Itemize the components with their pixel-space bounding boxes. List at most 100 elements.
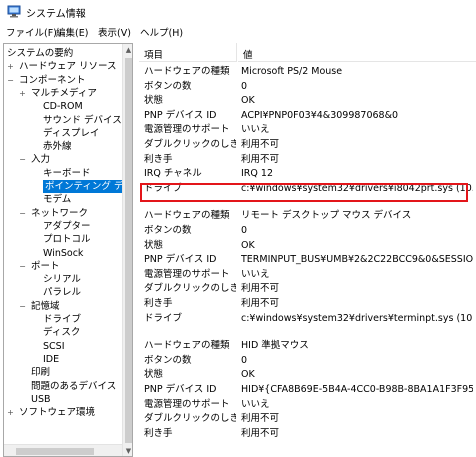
system-info-icon (7, 5, 21, 18)
menu-view[interactable]: 表示(V) (98, 25, 131, 39)
expand-icon[interactable]: + (6, 63, 15, 72)
detail-row[interactable]: ハードウェアの種類 HID 準拠マウス (139, 339, 476, 353)
collapse-icon[interactable]: − (18, 156, 27, 165)
tree-item-label: 問題のあるデバイス (31, 380, 117, 392)
tree-item-label: ソフトウェア環境 (19, 407, 96, 419)
detail-row[interactable]: 利き手 利用不可 (139, 297, 476, 311)
menu-file[interactable]: ファイル(F) (6, 25, 57, 39)
detail-value: いいえ (241, 398, 270, 410)
detail-row[interactable]: 利き手 利用不可 (139, 427, 476, 441)
collapse-icon[interactable]: − (18, 302, 27, 312)
category-tree[interactable]: システムの要約 + ハードウェア リソース − コンポーネント + マルチメディア CD-RO… (3, 43, 133, 457)
detail-item: PNP デバイス ID (144, 254, 217, 266)
detail-row[interactable]: PNP デバイス ID TERMINPUT_BUS¥UMB¥2&2C22BCC9&… (139, 253, 476, 267)
tree-item-label: 入力 (31, 154, 51, 166)
menu-edit[interactable]: 編集(E) (56, 25, 88, 39)
detail-row[interactable]: 電源管理のサポート いいえ (139, 268, 476, 282)
tree-connector (30, 289, 39, 298)
tree-connector (30, 183, 39, 192)
tree-connector (30, 343, 39, 352)
detail-row[interactable]: 状態 OK (139, 368, 476, 382)
detail-row[interactable]: ボタンの数 0 (139, 354, 476, 368)
tree-connector (18, 369, 27, 378)
column-header-item[interactable]: 項目 (139, 43, 237, 62)
detail-row[interactable]: ダブルクリックのしきい値利用不可 (139, 282, 476, 296)
detail-row[interactable]: ボタンの数 0 (139, 224, 476, 238)
detail-row[interactable]: PNP デバイス ID ACPI¥PNP0F03¥4&309987068&0 (139, 109, 476, 123)
detail-value: 0 (241, 225, 248, 236)
detail-row[interactable]: 電源管理のサポート いいえ (139, 123, 476, 137)
scroll-down-arrow-icon[interactable]: ▼ (123, 445, 132, 456)
detail-row[interactable]: ハードウェアの種類 Microsoft PS/2 Mouse (139, 65, 476, 79)
detail-item: ハードウェアの種類 (144, 340, 230, 352)
detail-value: 0 (241, 354, 248, 366)
tree-connector (30, 250, 39, 259)
tree-connector (30, 236, 39, 245)
details-list[interactable]: 項目 値 ハードウェアの種類 Microsoft PS/2 Mouse ボタンの数 0… (139, 43, 476, 457)
expand-icon[interactable]: + (18, 89, 27, 99)
collapse-icon[interactable]: − (6, 76, 15, 86)
detail-row[interactable]: ダブルクリックのしきい値利用不可 (139, 412, 476, 426)
column-header-value[interactable]: 値 (238, 43, 476, 62)
detail-row[interactable]: PNP デバイス ID HID¥{CFA8B69E-5B4A-4CC0-B98B-… (139, 383, 476, 397)
detail-item: ボタンの数 (144, 225, 192, 236)
tree-connector (30, 223, 39, 232)
tree-hscroll-thumb[interactable] (16, 448, 94, 455)
detail-item: ハードウェアの種類 (144, 66, 230, 77)
detail-row[interactable]: ドライブ c:¥windows¥system32¥drivers¥terminpt… (139, 312, 476, 326)
scroll-up-arrow-icon[interactable]: ▲ (123, 44, 132, 56)
tree-item-label: コンポーネント (19, 74, 86, 86)
tree-item-label: ネットワーク (31, 207, 89, 219)
detail-item: PNP デバイス ID (144, 384, 217, 395)
tree-item-label: システムの要約 (7, 48, 74, 59)
detail-item: 電源管理のサポート (144, 398, 230, 410)
tree-connector (30, 117, 39, 126)
detail-item: 電源管理のサポート (144, 124, 230, 136)
detail-row[interactable]: 状態 OK (139, 239, 476, 253)
detail-row[interactable]: ボタンの数 0 (139, 80, 476, 94)
detail-row[interactable]: IRQ チャネル IRQ 12 (139, 167, 476, 181)
tree-item-label: ポインティング デバ (43, 180, 133, 193)
tree-connector (30, 170, 39, 179)
detail-value: c:¥windows¥system32¥drivers¥terminpt.sys… (241, 312, 473, 324)
detail-row[interactable]: 状態 OK (139, 94, 476, 108)
detail-item: 利き手 (144, 427, 173, 439)
tree-item-label: ディスク (43, 327, 81, 339)
detail-item: ボタンの数 (144, 354, 192, 366)
detail-item: 電源管理のサポート (144, 268, 230, 280)
tree-item-label: USB (31, 393, 51, 405)
detail-value: IRQ 12 (241, 168, 273, 180)
detail-row[interactable]: ダブルクリックのしきい値利用不可 (139, 138, 476, 152)
detail-value: OK (241, 95, 255, 107)
window-title: システム情報 (26, 9, 86, 20)
detail-row[interactable]: ハードウェアの種類 リモート デスクトップ マウス デバイス (139, 209, 476, 223)
tree-item-label: ポート (31, 260, 60, 272)
column-header-value-label: 値 (243, 50, 253, 61)
detail-value: OK (241, 369, 255, 381)
tree-item-label: CD-ROM (43, 101, 83, 113)
tree-vertical-scrollbar[interactable]: ▲ ▼ (122, 44, 132, 456)
tree-horizontal-scrollbar[interactable] (4, 444, 122, 456)
detail-row[interactable]: 電源管理のサポート いいえ (139, 398, 476, 412)
tree-item-label: マルチメディア (31, 87, 97, 99)
collapse-icon[interactable]: − (18, 209, 27, 219)
expand-icon[interactable]: + (6, 409, 15, 418)
detail-item: IRQ チャネル (144, 168, 202, 180)
collapse-icon[interactable]: − (18, 262, 27, 272)
detail-item: 利き手 (144, 298, 173, 309)
detail-value: Microsoft PS/2 Mouse (241, 66, 343, 77)
detail-item: 状態 (144, 369, 164, 381)
menu-help[interactable]: ヘルプ(H) (140, 25, 183, 39)
detail-item: PNP デバイス ID (144, 109, 217, 121)
detail-value: 利用不可 (241, 413, 280, 425)
tree-item-label: ハードウェア リソース (19, 61, 117, 73)
tree-item-label: 印刷 (31, 367, 51, 379)
tree-scroll-thumb[interactable] (125, 58, 132, 443)
detail-value: OK (241, 239, 255, 251)
detail-item: ダブルクリックのしきい値 (144, 283, 236, 295)
detail-value: 利用不可 (241, 283, 280, 295)
tree-item-label: プロトコル (43, 234, 91, 246)
tree-item-label: ドライブ (43, 314, 82, 325)
detail-row[interactable]: 利き手 利用不可 (139, 153, 476, 167)
tree-connector (30, 130, 39, 139)
